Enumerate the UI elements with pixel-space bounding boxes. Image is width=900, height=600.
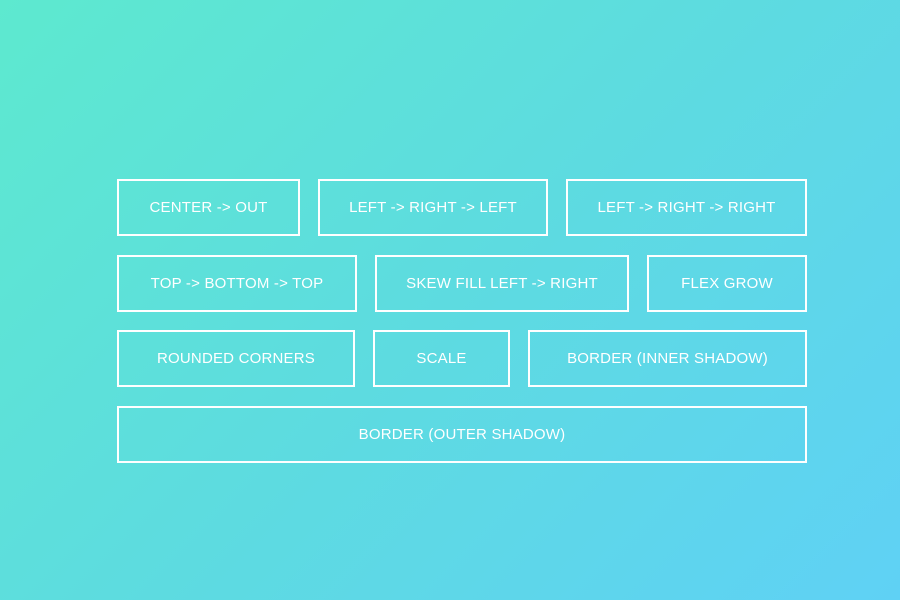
skew-fill-button-label: SKEW FILL LEFT -> RIGHT bbox=[406, 275, 598, 292]
scale-button[interactable]: SCALE bbox=[373, 330, 510, 387]
top-bottom-top-button[interactable]: TOP -> BOTTOM -> TOP bbox=[117, 255, 357, 312]
left-right-left-button[interactable]: LEFT -> RIGHT -> LEFT bbox=[318, 179, 548, 236]
center-out-button-label: CENTER -> OUT bbox=[149, 199, 268, 216]
border-inner-shadow-button[interactable]: BORDER (INNER SHADOW) bbox=[528, 330, 807, 387]
border-outer-shadow-button-label: BORDER (OUTER SHADOW) bbox=[358, 426, 566, 443]
left-right-right-button-label: LEFT -> RIGHT -> RIGHT bbox=[597, 199, 776, 216]
top-bottom-top-button-label: TOP -> BOTTOM -> TOP bbox=[150, 275, 324, 292]
flex-grow-button[interactable]: FLEX GROW bbox=[647, 255, 807, 312]
rounded-corners-button[interactable]: ROUNDED CORNERS bbox=[117, 330, 355, 387]
left-right-left-button-label: LEFT -> RIGHT -> LEFT bbox=[349, 199, 517, 216]
skew-fill-button[interactable]: SKEW FILL LEFT -> RIGHT bbox=[375, 255, 629, 312]
border-outer-shadow-button[interactable]: BORDER (OUTER SHADOW) bbox=[117, 406, 807, 463]
left-right-right-button[interactable]: LEFT -> RIGHT -> RIGHT bbox=[566, 179, 807, 236]
button-demo-canvas: CENTER -> OUT LEFT -> RIGHT -> LEFT LEFT… bbox=[0, 0, 900, 600]
scale-button-label: SCALE bbox=[416, 350, 467, 367]
flex-grow-button-label: FLEX GROW bbox=[681, 275, 773, 292]
center-out-button[interactable]: CENTER -> OUT bbox=[117, 179, 300, 236]
rounded-corners-button-label: ROUNDED CORNERS bbox=[156, 350, 315, 367]
border-inner-shadow-button-label: BORDER (INNER SHADOW) bbox=[567, 350, 768, 367]
